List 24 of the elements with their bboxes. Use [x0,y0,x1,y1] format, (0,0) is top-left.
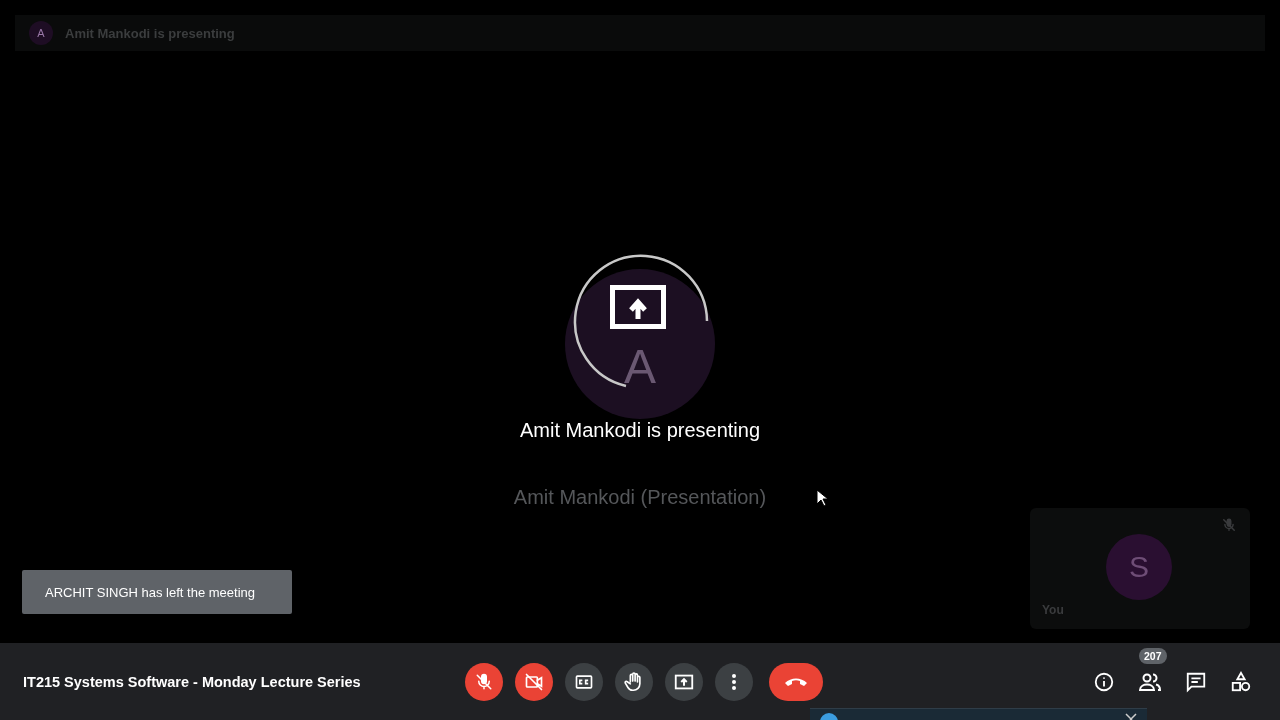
chat-icon[interactable] [1185,670,1207,693]
more-button[interactable] [715,662,753,701]
notification-toast: ARCHIT SINGH has left the meeting [22,570,292,614]
mouse-cursor-icon [816,489,828,507]
avatar: A [29,21,53,45]
hand-button[interactable] [615,662,653,701]
avatar: S [1106,534,1172,600]
close-icon[interactable] [1125,712,1137,720]
captions-button[interactable] [565,662,603,701]
present-screen-icon [610,285,666,331]
camera-off-icon [524,671,544,692]
leave-call-button[interactable] [769,662,823,701]
camera-button[interactable] [515,662,553,701]
present-button[interactable] [665,662,703,701]
presentation-tile-name: Amit Mankodi (Presentation) [513,486,767,509]
activities-icon[interactable] [1230,670,1252,693]
meeting-title: IT215 Systems Software - Monday Lecture Series [22,673,362,690]
participant-count-badge: 207 [1139,647,1167,664]
muted-mic-icon [475,672,493,691]
presenter-avatar: A [565,269,715,419]
info-icon[interactable] [1093,670,1115,693]
more-options-icon [731,672,737,691]
presenting-message: Amit Mankodi is presenting [519,419,761,442]
mic-button[interactable] [465,662,503,701]
